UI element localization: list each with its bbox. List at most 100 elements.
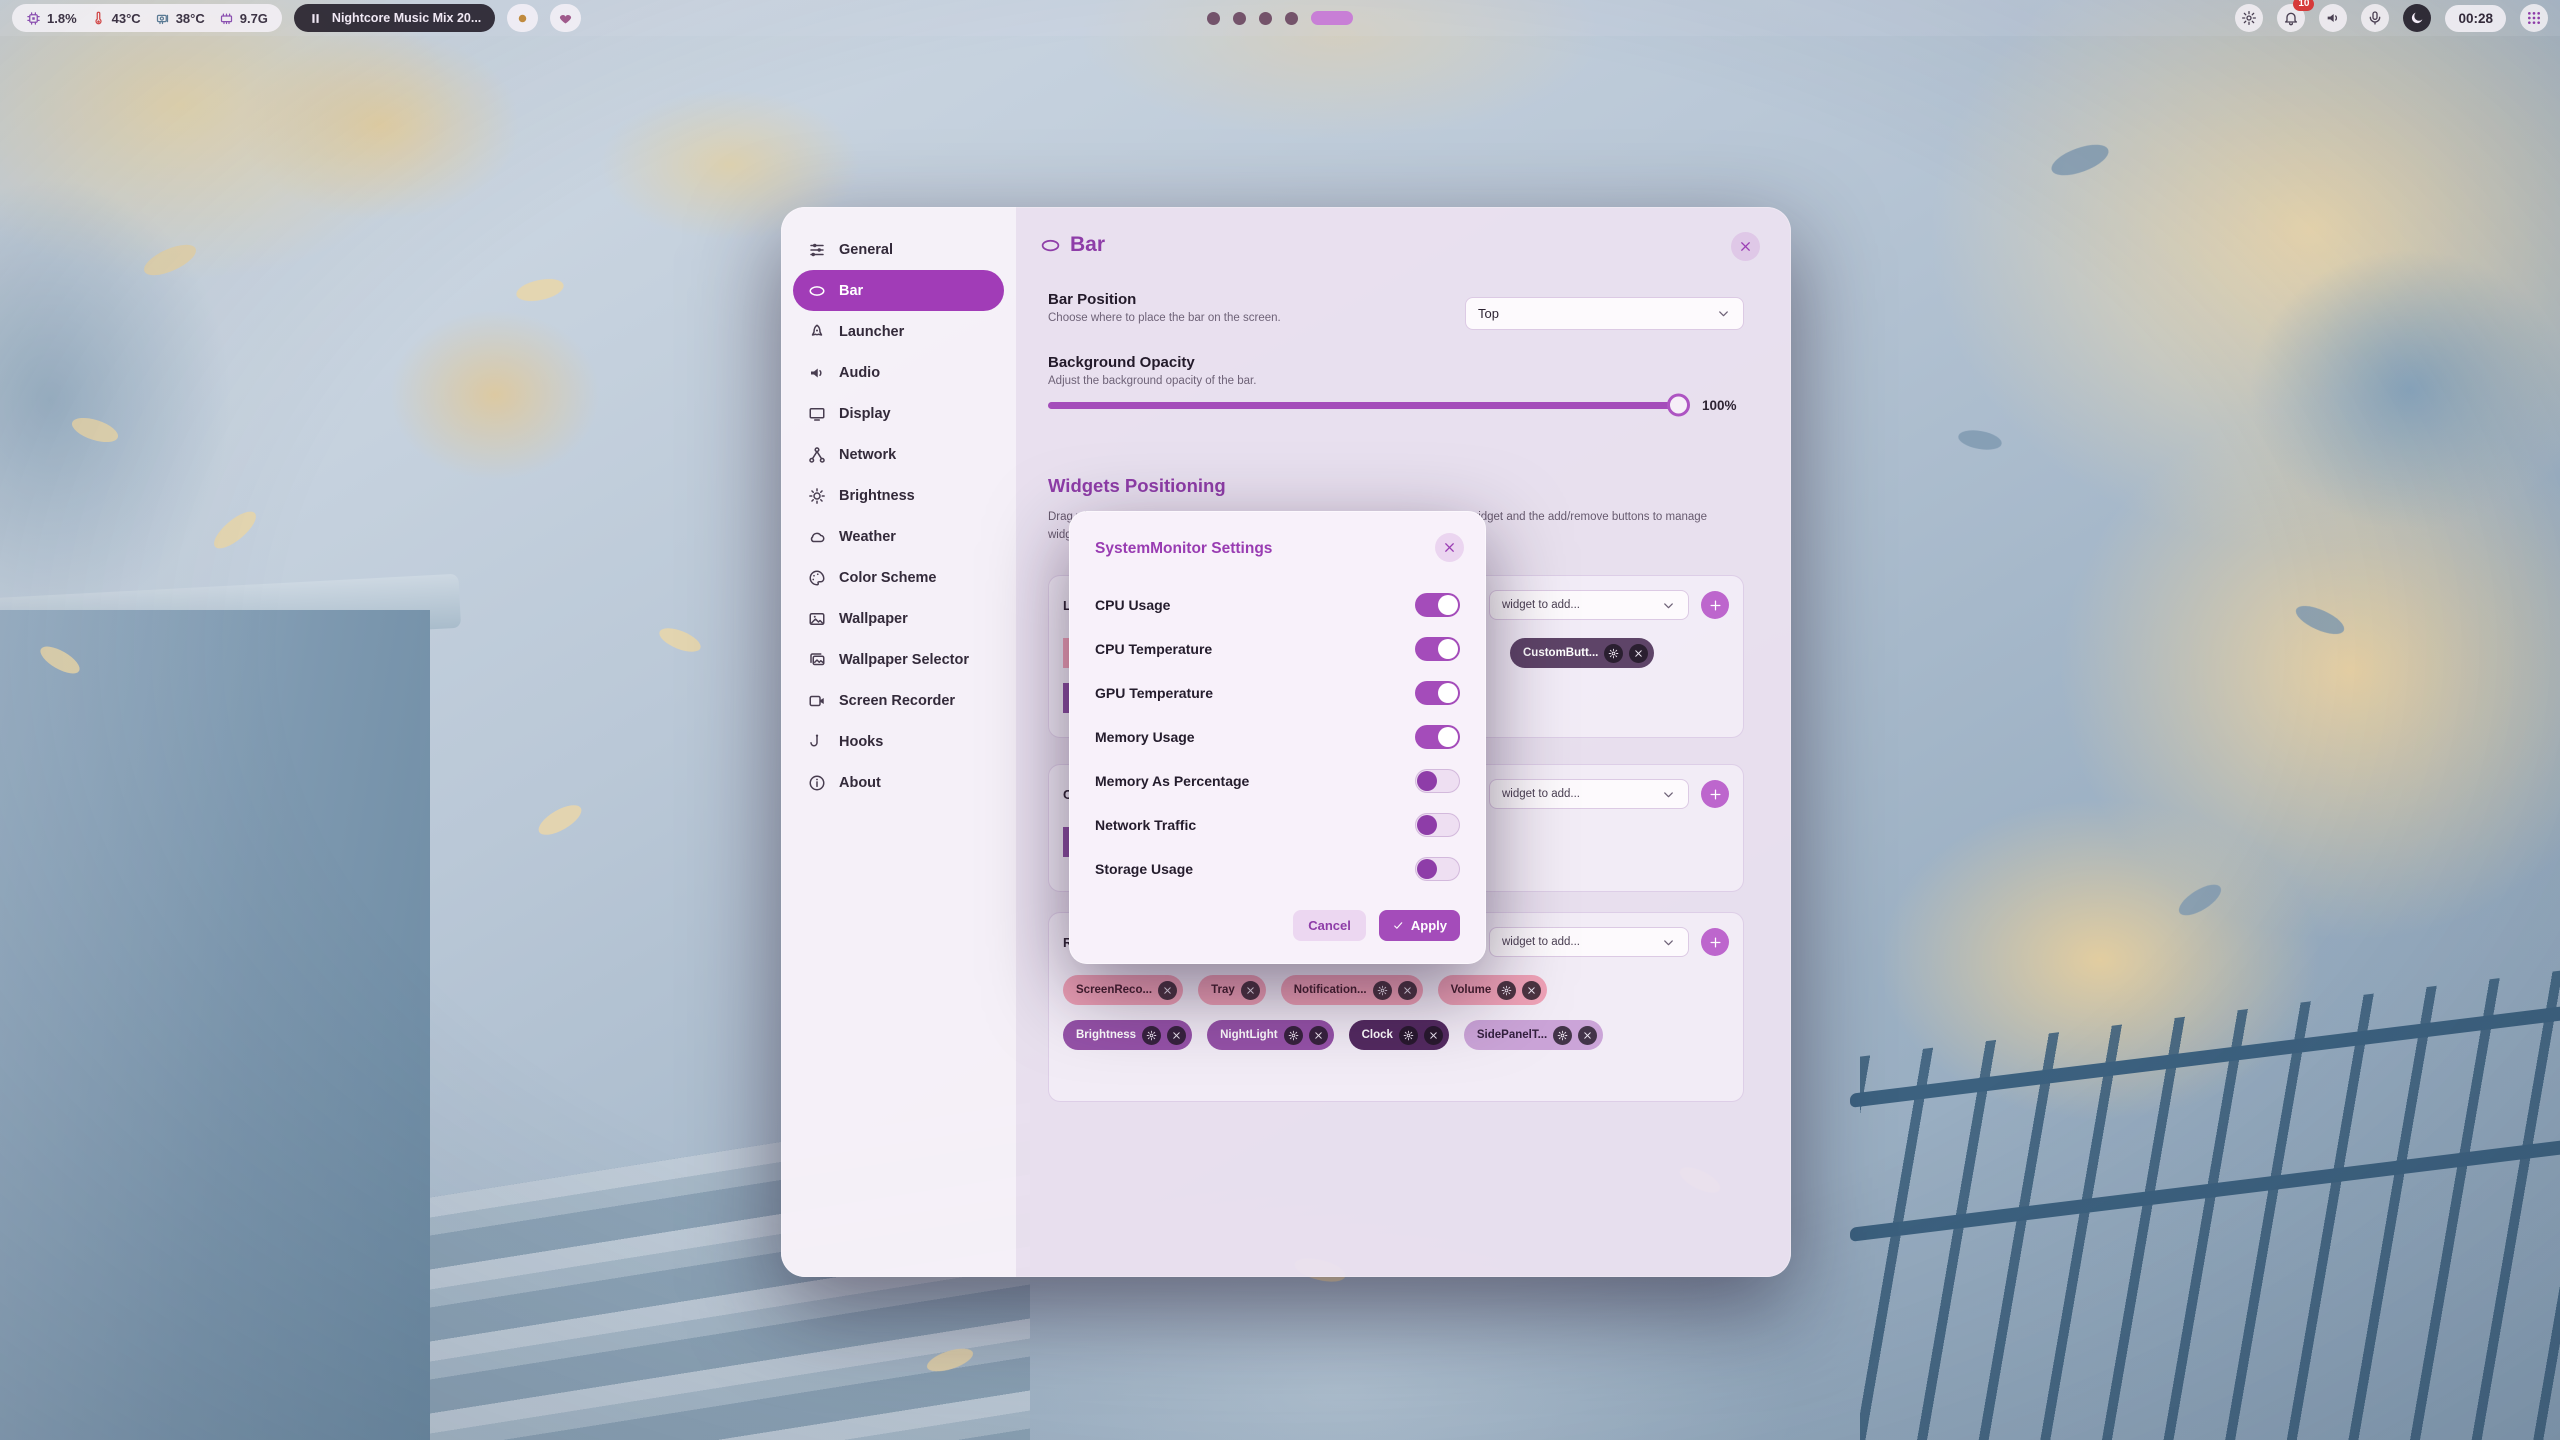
sidebar-item-label: General	[839, 242, 893, 258]
widget-remove-button[interactable]	[1309, 1026, 1328, 1045]
left-add-widget-button[interactable]	[1701, 591, 1729, 619]
center-add-widget-button[interactable]	[1701, 780, 1729, 808]
workspace-dot[interactable]	[1259, 12, 1272, 25]
sidebar-item[interactable]: Network	[793, 434, 1004, 475]
widget-remove-button[interactable]	[1578, 1026, 1597, 1045]
widget-chip[interactable]: Tray	[1198, 975, 1266, 1005]
toggle-label: CPU Temperature	[1095, 641, 1212, 657]
widget-chip[interactable]: ScreenReco...	[1063, 975, 1183, 1005]
stat-value: 43°C	[112, 11, 141, 26]
opacity-slider-fill	[1048, 402, 1686, 409]
sidebar-item[interactable]: Display	[793, 393, 1004, 434]
sidebar-item[interactable]: Weather	[793, 516, 1004, 557]
widget-settings-button[interactable]	[1373, 981, 1392, 1000]
widget-chip[interactable]: CustomButt...	[1510, 638, 1654, 668]
toggle-knob	[1438, 727, 1458, 747]
widget-settings-button[interactable]	[1142, 1026, 1161, 1045]
workspaces-module[interactable]	[1207, 11, 1353, 25]
favorites-button[interactable]	[550, 4, 581, 32]
right-add-widget-dropdown[interactable]: widget to add...	[1489, 927, 1689, 957]
workspace-dot[interactable]	[1285, 12, 1298, 25]
opacity-slider-handle[interactable]	[1667, 394, 1690, 417]
background-opacity-description: Adjust the background opacity of the bar…	[1048, 375, 1256, 387]
toggle-label: Memory As Percentage	[1095, 773, 1249, 789]
sidebar-item[interactable]: Wallpaper Selector	[793, 639, 1004, 680]
widget-remove-button[interactable]	[1167, 1026, 1186, 1045]
sidebar-item[interactable]: Wallpaper	[793, 598, 1004, 639]
widget-settings-button[interactable]	[1553, 1026, 1572, 1045]
apply-button-label: Apply	[1411, 918, 1447, 933]
widget-chip[interactable]: NightLight	[1207, 1020, 1333, 1050]
workspace-dot[interactable]	[1233, 12, 1246, 25]
sidebar-item-icon	[808, 610, 826, 628]
sidebar-item-icon	[808, 733, 826, 751]
sidebar-item[interactable]: Brightness	[793, 475, 1004, 516]
system-stats-module[interactable]: 1.8% 43°C 38°C 9.7G	[12, 4, 282, 32]
widget-remove-button[interactable]	[1241, 981, 1260, 1000]
sidebar-item[interactable]: Bar	[793, 270, 1004, 311]
sidebar-item[interactable]: Color Scheme	[793, 557, 1004, 598]
widget-chip[interactable]: Clock	[1349, 1020, 1449, 1050]
widget-remove-button[interactable]	[1522, 981, 1541, 1000]
sidebar-item[interactable]: About	[793, 762, 1004, 803]
toggle-switch[interactable]	[1415, 681, 1460, 705]
toggle-switch[interactable]	[1415, 857, 1460, 881]
right-add-widget-placeholder: widget to add...	[1502, 936, 1580, 948]
window-close-button[interactable]	[1731, 232, 1760, 261]
left-add-widget-placeholder: widget to add...	[1502, 599, 1580, 611]
opacity-slider[interactable]	[1048, 402, 1686, 409]
tweaks-button[interactable]	[2235, 4, 2263, 32]
microphone-icon	[2367, 10, 2383, 26]
sidebar-item-label: Color Scheme	[839, 570, 937, 586]
modal-close-button[interactable]	[1435, 533, 1464, 562]
close-icon	[1526, 985, 1537, 996]
volume-button[interactable]	[2319, 4, 2347, 32]
system-monitor-settings-modal: SystemMonitor Settings CPU Usage CPU Tem…	[1069, 511, 1486, 964]
sidebar-item[interactable]: Hooks	[793, 721, 1004, 762]
widget-chip[interactable]: SidePanelT...	[1464, 1020, 1603, 1050]
widget-chip[interactable]: Notification...	[1281, 975, 1423, 1005]
toggle-switch[interactable]	[1415, 637, 1460, 661]
top-bar: 1.8% 43°C 38°C 9.7G Nightcore Music Mix …	[0, 0, 2560, 36]
left-add-widget-dropdown[interactable]: widget to add...	[1489, 590, 1689, 620]
widget-settings-button[interactable]	[1284, 1026, 1303, 1045]
sidebar-item[interactable]: Audio	[793, 352, 1004, 393]
modal-toggle-list: CPU Usage CPU Temperature GPU Temperatur…	[1095, 583, 1460, 891]
sidebar-item-label: Wallpaper	[839, 611, 908, 627]
widget-remove-button[interactable]	[1424, 1026, 1443, 1045]
toggle-switch[interactable]	[1415, 593, 1460, 617]
toggle-switch[interactable]	[1415, 769, 1460, 793]
workspace-active-indicator[interactable]	[1311, 11, 1353, 25]
media-player-module[interactable]: Nightcore Music Mix 20...	[294, 4, 495, 32]
widget-chip-label: Brightness	[1076, 1029, 1136, 1041]
widget-remove-button[interactable]	[1629, 644, 1648, 663]
workspace-dot[interactable]	[1207, 12, 1220, 25]
night-light-button[interactable]	[2403, 4, 2431, 32]
bell-icon	[2283, 10, 2299, 26]
widget-remove-button[interactable]	[1398, 981, 1417, 1000]
toggle-label: Storage Usage	[1095, 861, 1193, 877]
widget-settings-button[interactable]	[1604, 644, 1623, 663]
center-add-widget-dropdown[interactable]: widget to add...	[1489, 779, 1689, 809]
app-grid-button[interactable]	[2520, 4, 2548, 32]
color-swatch-button[interactable]	[507, 4, 538, 32]
widget-chip[interactable]: Brightness	[1063, 1020, 1192, 1050]
toggle-switch[interactable]	[1415, 813, 1460, 837]
apply-button[interactable]: Apply	[1379, 910, 1460, 941]
widget-settings-button[interactable]	[1497, 981, 1516, 1000]
widget-chip-label: SidePanelT...	[1477, 1029, 1547, 1041]
sidebar-item[interactable]: General	[793, 229, 1004, 270]
sidebar-item[interactable]: Launcher	[793, 311, 1004, 352]
sidebar-item[interactable]: Screen Recorder	[793, 680, 1004, 721]
bar-position-dropdown[interactable]: Top	[1465, 297, 1744, 330]
microphone-button[interactable]	[2361, 4, 2389, 32]
toggle-switch[interactable]	[1415, 725, 1460, 749]
cancel-button[interactable]: Cancel	[1293, 910, 1366, 941]
widget-chip[interactable]: Volume	[1438, 975, 1548, 1005]
clock[interactable]: 00:28	[2445, 5, 2506, 32]
notifications-button[interactable]: 10	[2277, 4, 2305, 32]
widget-settings-button[interactable]	[1399, 1026, 1418, 1045]
right-add-widget-button[interactable]	[1701, 928, 1729, 956]
toggle-row: GPU Temperature	[1095, 671, 1460, 715]
widget-remove-button[interactable]	[1158, 981, 1177, 1000]
